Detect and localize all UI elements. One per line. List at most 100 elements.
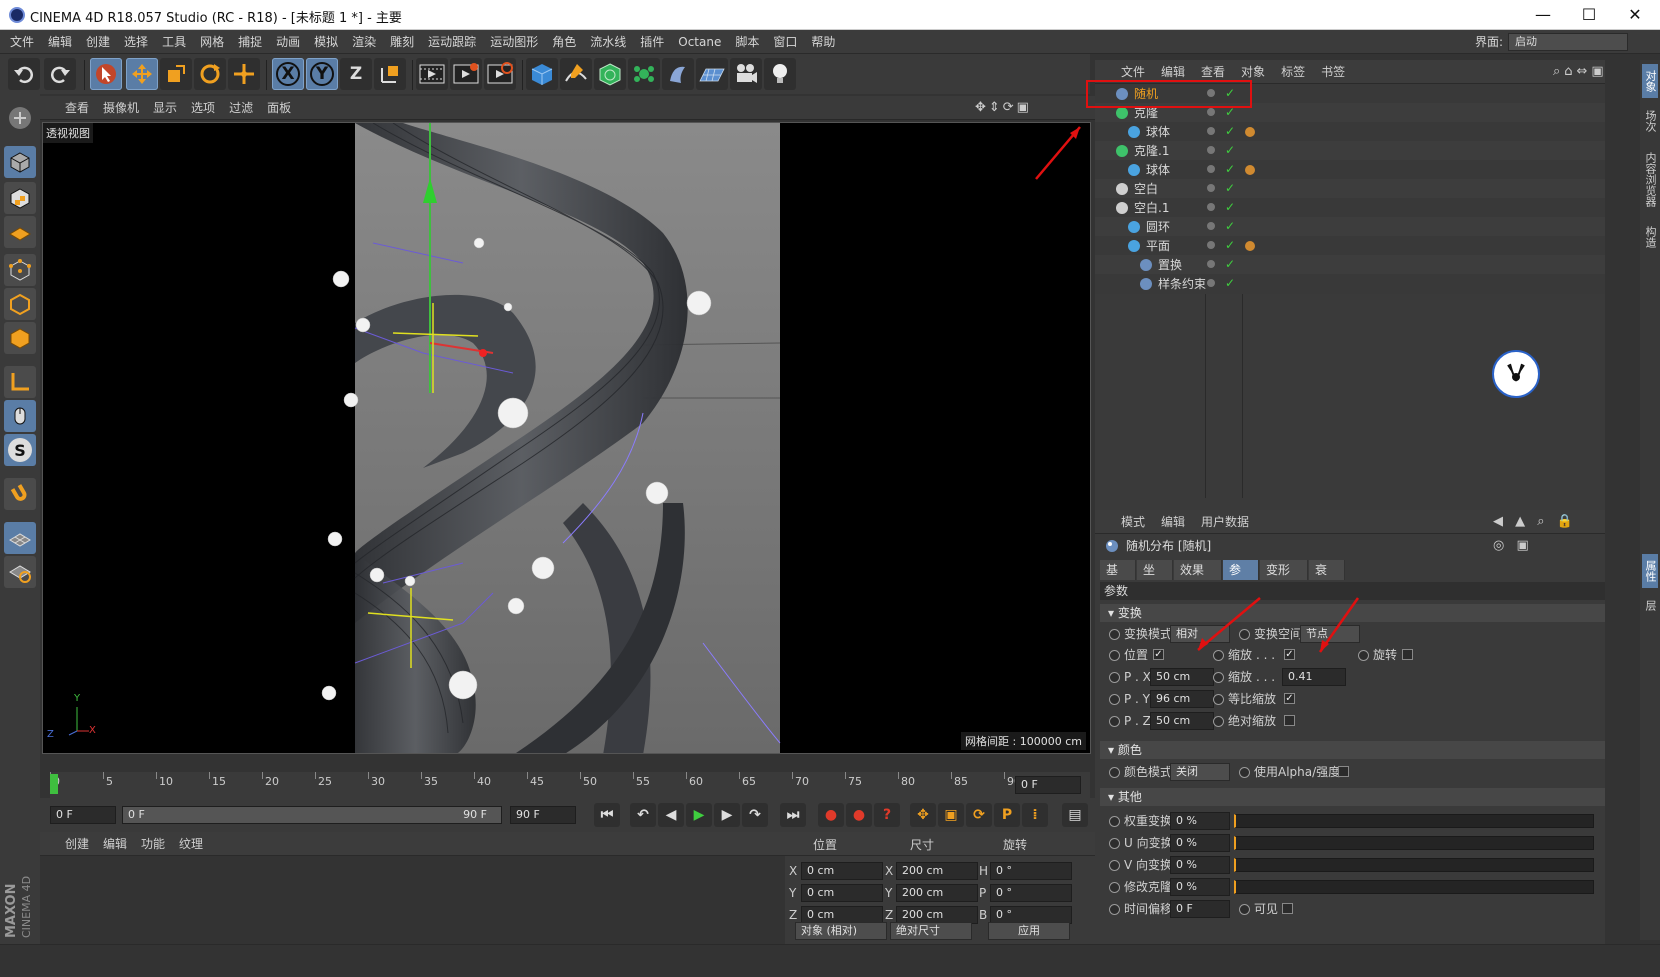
viewport-menu-item[interactable]: 摄像机 xyxy=(96,96,146,120)
attribute-tab[interactable]: 参数 xyxy=(1223,560,1259,597)
object-manager-menu-item[interactable]: 标签 xyxy=(1273,60,1313,84)
object-name[interactable]: 球体 xyxy=(1146,122,1170,142)
main-menu-item[interactable]: 角色 xyxy=(545,30,583,54)
object-manager-search-icon[interactable]: ⌕⌂⇔▣ xyxy=(1545,60,1616,84)
render-settings-icon[interactable] xyxy=(484,58,516,90)
edges-mode-icon[interactable] xyxy=(4,288,36,320)
pen-spline-icon[interactable] xyxy=(560,58,592,90)
object-name[interactable]: 置换 xyxy=(1158,255,1182,275)
scale-value-radio[interactable] xyxy=(1213,672,1224,683)
use-alpha-radio[interactable] xyxy=(1239,767,1250,778)
main-menu-item[interactable]: 运动跟踪 xyxy=(421,30,483,54)
record-icon[interactable]: ● xyxy=(818,803,844,827)
coord-mode-select[interactable]: 对象 (相对) xyxy=(795,922,887,940)
side-tab[interactable]: 层 xyxy=(1642,594,1658,616)
coordinate-system-icon[interactable] xyxy=(374,58,406,90)
material-manager-menu-item[interactable]: 功能 xyxy=(134,832,172,856)
material-manager-menu-item[interactable]: 创建 xyxy=(58,832,96,856)
perspective-viewport[interactable]: 透视视图 网格间距 : 100000 cm Y X Z xyxy=(42,122,1091,754)
rotate-key-icon[interactable]: ⟳ xyxy=(966,803,992,827)
viewport-menu-item[interactable]: 过滤 xyxy=(222,96,260,120)
deformer-icon[interactable] xyxy=(662,58,694,90)
go-to-end-icon[interactable]: ⏭ xyxy=(780,803,806,827)
attribute-tab[interactable]: 坐标 xyxy=(1137,560,1173,597)
attribute-manager-menu-item[interactable]: 模式 xyxy=(1113,510,1153,534)
material-manager-menu-item[interactable]: 纹理 xyxy=(172,832,210,856)
polygons-mode-icon[interactable] xyxy=(4,322,36,354)
main-menu-item[interactable]: 工具 xyxy=(155,30,193,54)
main-menu-item[interactable]: 运动图形 xyxy=(483,30,545,54)
axis-mode-icon[interactable] xyxy=(4,366,36,398)
px-field[interactable]: 50 cm xyxy=(1150,668,1214,686)
material-manager-area[interactable] xyxy=(40,856,785,944)
main-menu-item[interactable]: 雕刻 xyxy=(383,30,421,54)
visibility-toggle[interactable] xyxy=(1207,108,1215,116)
camera-icon[interactable] xyxy=(730,58,762,90)
texture-mode-icon[interactable] xyxy=(4,182,36,214)
other-row-slider[interactable] xyxy=(1234,880,1594,894)
viewport-menu-item[interactable]: 显示 xyxy=(146,96,184,120)
other-row-field[interactable]: 0 % xyxy=(1170,834,1230,852)
visibility-toggle[interactable] xyxy=(1207,279,1215,287)
timeline-ruler[interactable]: 051015202530354045505560657075808590 0 F xyxy=(50,772,1090,798)
grid-lock-icon[interactable] xyxy=(4,522,36,554)
workplane-snap-icon[interactable] xyxy=(4,556,36,588)
redo-icon[interactable] xyxy=(44,58,76,90)
enable-checkmark-icon[interactable]: ✓ xyxy=(1225,159,1235,179)
tag-icon[interactable] xyxy=(1245,241,1255,251)
render-view-icon[interactable] xyxy=(416,58,448,90)
visible-checkbox[interactable] xyxy=(1282,903,1293,914)
color-mode-radio[interactable] xyxy=(1109,767,1120,778)
maximize-button[interactable]: ☐ xyxy=(1566,0,1612,30)
object-row[interactable]: 圆环 ✓ xyxy=(1095,217,1605,237)
py-radio[interactable] xyxy=(1109,694,1120,705)
layout-select[interactable]: 启动 xyxy=(1508,33,1628,51)
viewport-nav-icons[interactable]: ✥⇕⟳▣ xyxy=(975,100,1032,115)
main-menu-item[interactable]: 文件 xyxy=(3,30,41,54)
pz-radio[interactable] xyxy=(1109,716,1120,727)
keyframe-selection-icon[interactable]: ? xyxy=(874,803,900,827)
visibility-toggle[interactable] xyxy=(1207,222,1215,230)
next-frame-icon[interactable]: ▶ xyxy=(714,803,740,827)
other-row-field[interactable]: 0 % xyxy=(1170,812,1230,830)
workplane-mode-icon[interactable] xyxy=(4,216,36,248)
main-menu-item[interactable]: 渲染 xyxy=(345,30,383,54)
main-menu-item[interactable]: 网格 xyxy=(193,30,231,54)
object-name[interactable]: 球体 xyxy=(1146,160,1170,180)
other-row-slider[interactable] xyxy=(1234,858,1594,872)
prev-key-icon[interactable]: ↶ xyxy=(630,803,656,827)
main-menu-item[interactable]: 窗口 xyxy=(766,30,804,54)
main-menu-item[interactable]: Octane xyxy=(671,30,728,54)
attribute-tab[interactable]: 效果器 xyxy=(1174,560,1222,597)
side-tab[interactable]: 属性 xyxy=(1642,554,1658,588)
points-mode-icon[interactable] xyxy=(4,254,36,286)
object-row[interactable]: 样条约束 ✓ xyxy=(1095,274,1605,294)
object-name[interactable]: 空白 xyxy=(1134,179,1158,199)
tag-icon[interactable] xyxy=(1245,165,1255,175)
frame-range-slider[interactable]: 0 F 90 F xyxy=(122,806,502,824)
material-manager-menu-item[interactable]: 编辑 xyxy=(96,832,134,856)
current-frame-field[interactable]: 0 F xyxy=(1015,776,1081,794)
main-menu-item[interactable]: 插件 xyxy=(633,30,671,54)
side-tab[interactable]: 场次 xyxy=(1642,104,1658,138)
x-axis-lock-icon[interactable]: X xyxy=(272,58,304,90)
position-radio[interactable] xyxy=(1109,650,1120,661)
main-menu-item[interactable]: 捕捉 xyxy=(231,30,269,54)
snap-icon[interactable]: S xyxy=(4,434,36,466)
absolute-scale-radio[interactable] xyxy=(1213,716,1224,727)
tag-icon[interactable] xyxy=(1245,127,1255,137)
end-frame-field[interactable]: 90 F xyxy=(510,806,576,824)
object-name[interactable]: 圆环 xyxy=(1146,217,1170,237)
select-tool-icon[interactable] xyxy=(90,58,122,90)
main-menu-item[interactable]: 动画 xyxy=(269,30,307,54)
make-editable-icon[interactable] xyxy=(4,102,36,134)
object-row[interactable]: 平面 ✓ xyxy=(1095,236,1605,256)
viewport-menu-item[interactable]: 选项 xyxy=(184,96,222,120)
object-name[interactable]: 平面 xyxy=(1146,236,1170,256)
timeline-window-icon[interactable]: ▤ xyxy=(1062,803,1088,827)
scale-value-field[interactable]: 0.41 xyxy=(1282,668,1346,686)
uniform-scale-radio[interactable] xyxy=(1213,694,1224,705)
visibility-toggle[interactable] xyxy=(1207,165,1215,173)
magnet-icon[interactable] xyxy=(4,478,36,510)
coord-rotation-field[interactable]: 0 ° xyxy=(990,862,1072,880)
